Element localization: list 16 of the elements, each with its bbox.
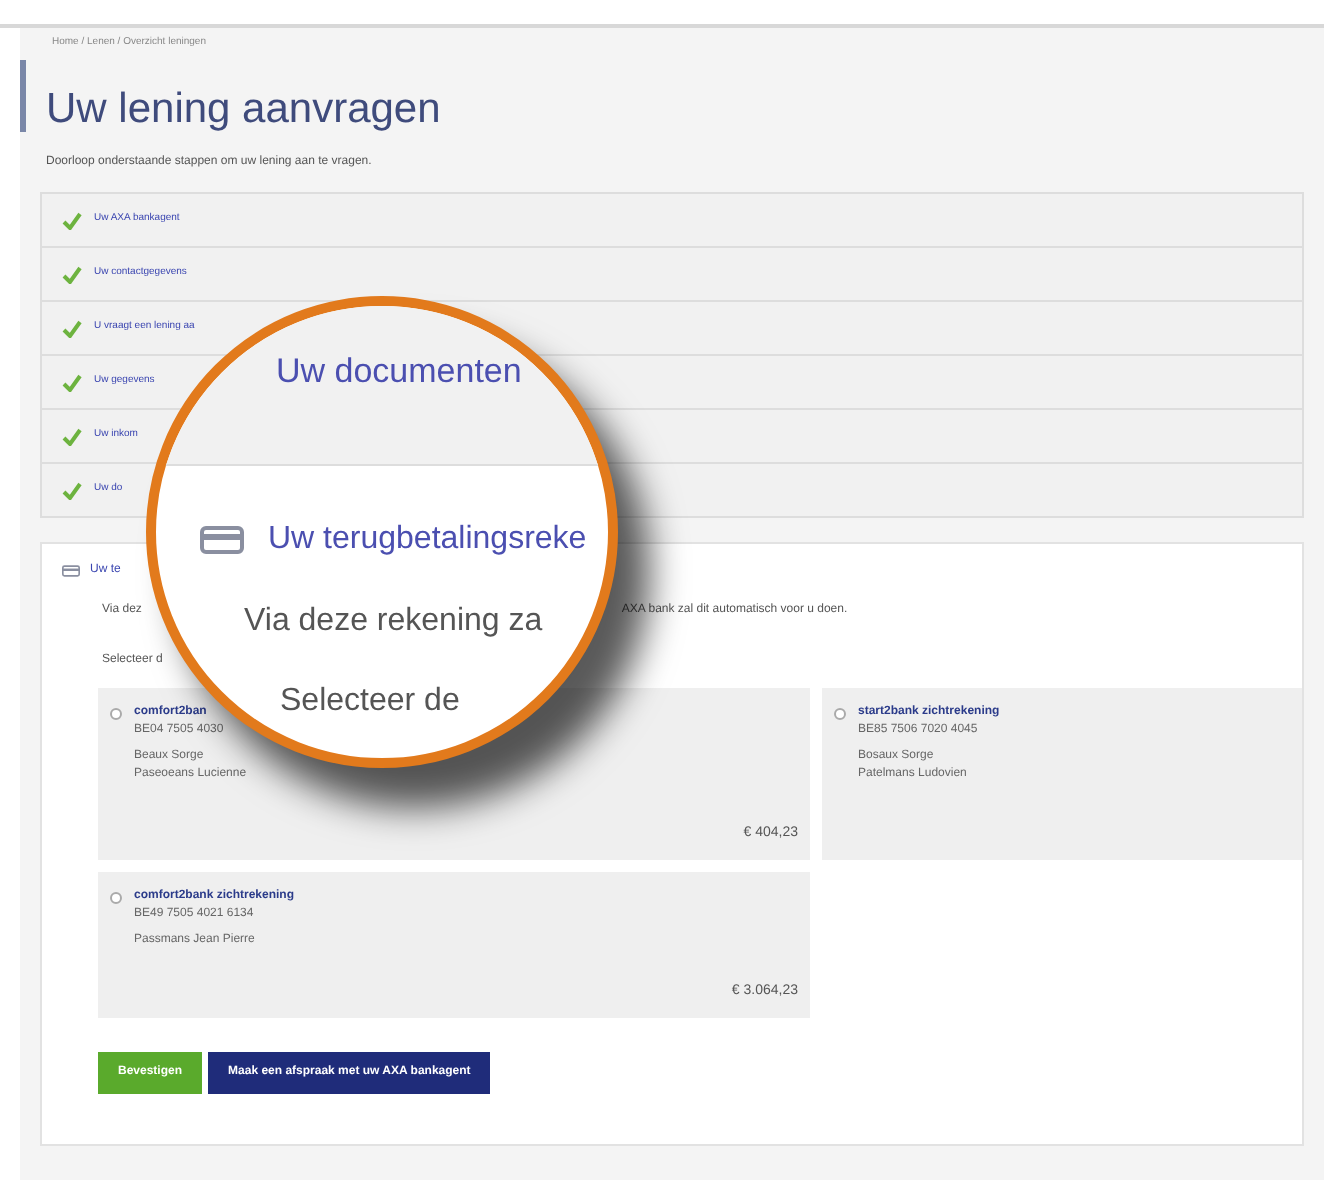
magnified-text: Via deze rekening za <box>244 604 543 638</box>
check-icon <box>62 427 82 445</box>
check-icon <box>62 373 82 391</box>
radio-button[interactable] <box>834 708 846 720</box>
radio-button[interactable] <box>110 708 122 720</box>
radio-button[interactable] <box>110 892 122 904</box>
magnified-section-title: Uw terugbetalingsreke <box>268 520 587 560</box>
magnified-text: Selecteer de <box>280 684 460 718</box>
card-icon <box>200 526 244 554</box>
check-icon <box>62 319 82 337</box>
check-icon <box>62 265 82 283</box>
card-icon <box>62 563 80 577</box>
page-title: Uw lening aanvragen <box>46 88 443 132</box>
check-icon <box>62 211 82 229</box>
check-icon <box>62 481 82 499</box>
magnified-step-label: Uw documenten <box>276 352 522 390</box>
